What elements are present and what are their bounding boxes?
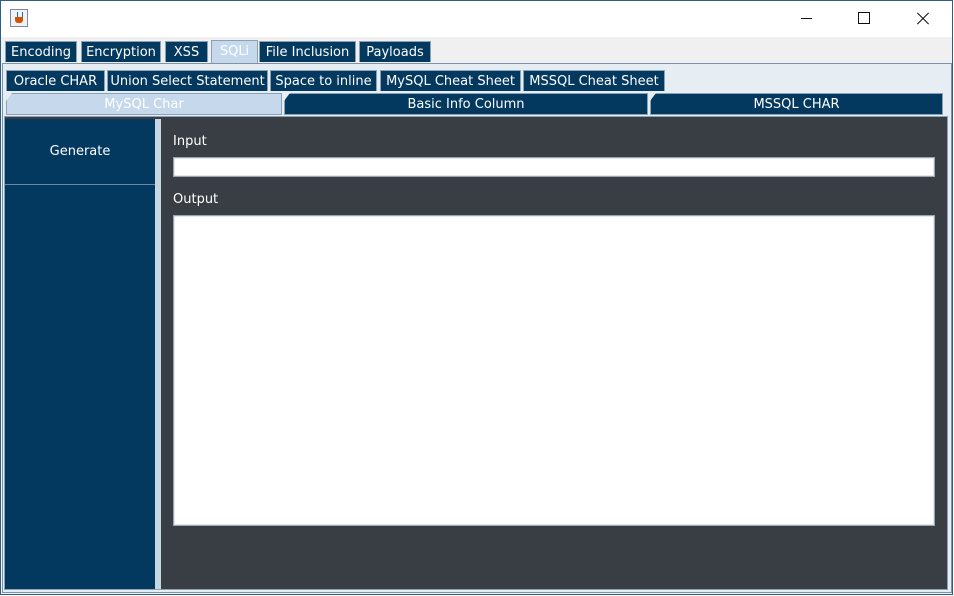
maximize-icon[interactable] — [835, 1, 893, 35]
tab-mssql-char[interactable]: MSSQL CHAR — [650, 93, 943, 115]
input-field[interactable] — [173, 157, 935, 177]
output-label: Output — [173, 192, 219, 207]
output-textarea[interactable] — [173, 215, 935, 526]
tab-sqli[interactable]: SQLi — [211, 40, 258, 63]
app-window: Encoding Encryption XSS SQLi File Inclus… — [0, 0, 953, 595]
tab-encoding[interactable]: Encoding — [5, 41, 77, 62]
tab-union-select-statement[interactable]: Union Select Statement — [107, 70, 268, 91]
title-bar — [1, 1, 952, 37]
tab-mysql-cheat-sheet[interactable]: MySQL Cheat Sheet — [380, 70, 521, 91]
tab-basic-info-column[interactable]: Basic Info Column — [284, 93, 648, 115]
tab-xss[interactable]: XSS — [165, 41, 208, 62]
tab-oracle-char[interactable]: Oracle CHAR — [6, 70, 105, 91]
tab-mysql-char[interactable]: MySQL Char — [6, 93, 282, 115]
tab-space-to-inline[interactable]: Space to inline — [270, 70, 377, 91]
generate-button[interactable]: Generate — [5, 119, 155, 185]
tab-payloads[interactable]: Payloads — [359, 41, 431, 62]
tab-file-inclusion[interactable]: File Inclusion — [259, 41, 356, 62]
java-cup-icon[interactable] — [10, 9, 28, 27]
tab-encryption[interactable]: Encryption — [81, 41, 161, 62]
minimize-icon[interactable] — [777, 1, 835, 35]
close-icon[interactable] — [893, 1, 951, 35]
split-divider[interactable] — [155, 119, 161, 589]
sidebar: Generate — [5, 119, 155, 589]
input-label: Input — [173, 134, 207, 149]
tab-mssql-cheat-sheet[interactable]: MSSQL Cheat Sheet — [523, 70, 665, 91]
